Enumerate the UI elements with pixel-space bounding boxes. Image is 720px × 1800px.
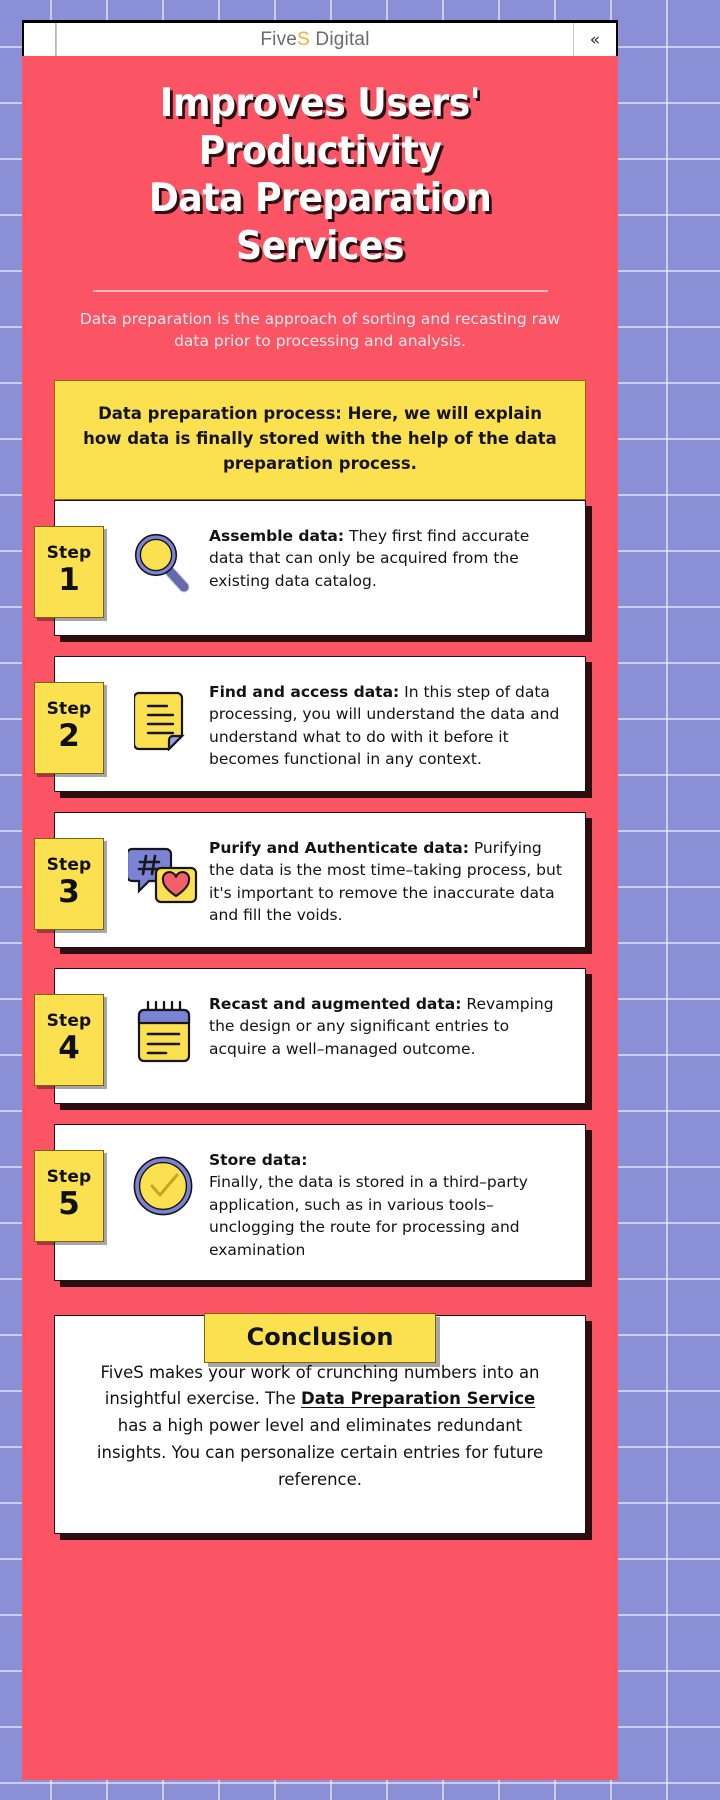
step-heading: Find and access data: [209, 682, 400, 701]
step-badge-word: Step [46, 854, 92, 875]
title-line-1: Improves Users' Productivity [159, 81, 481, 174]
intro-banner-text: Data preparation process: Here, we will … [83, 404, 557, 474]
intro-banner-wrapper: Data preparation process: Here, we will … [54, 380, 586, 500]
title-line-3: Services [236, 223, 404, 269]
step-text-5: Store data: Finally, the data is stored … [209, 1141, 563, 1262]
collapse-chevrons-icon[interactable]: « [574, 23, 616, 56]
conclusion-tab: Conclusion [204, 1312, 436, 1363]
address-bar[interactable]: FiveS Digital [56, 23, 574, 56]
step-card-2: Find and access data: In this step of da… [54, 655, 586, 792]
step-badge-number: 4 [58, 1029, 80, 1066]
step-icon-slot [117, 517, 209, 593]
conclusion-tab-label: Conclusion [246, 1322, 394, 1351]
step-badge-3: Step 3 [34, 837, 104, 930]
notepad-icon [133, 999, 193, 1063]
step-badge-number: 5 [58, 1185, 80, 1222]
conclusion-text: FiveS makes your work of crunching numbe… [89, 1360, 551, 1494]
step-heading: Recast and augmented data: [209, 994, 462, 1013]
step-badge-5: Step 5 [34, 1149, 104, 1242]
step-badge-4: Step 4 [34, 993, 104, 1086]
steps-list: Step 1 Assemble data: They first find ac… [34, 499, 586, 1281]
check-circle-icon [132, 1155, 194, 1217]
step-heading: Purify and Authenticate data: [209, 838, 469, 857]
data-preparation-service-link[interactable]: Data Preparation Service [301, 1389, 535, 1408]
step-icon-slot [117, 829, 209, 909]
chat-bubbles-icon [128, 843, 198, 909]
step-icon-slot [117, 985, 209, 1063]
step-row: Step 3 Purify and Authenticate data: Pur… [34, 811, 586, 948]
step-text-1: Assemble data: They first find accurate … [209, 517, 563, 593]
page-title: Improves Users' Productivity Data Prepar… [67, 80, 573, 270]
brand-accent-letter: S [297, 28, 310, 50]
title-line-2: Data Preparation [148, 176, 492, 222]
conclusion-section: Conclusion FiveS makes your work of crun… [54, 1312, 586, 1535]
step-badge-number: 2 [58, 717, 80, 754]
step-icon-slot [117, 673, 209, 751]
step-card-3: Purify and Authenticate data: Purifying … [54, 811, 586, 948]
intro-banner: Data preparation process: Here, we will … [54, 380, 586, 500]
step-badge-word: Step [46, 698, 92, 719]
step-heading: Assemble data: [209, 526, 345, 545]
step-badge-word: Step [46, 542, 92, 563]
hero-subtitle: Data preparation is the approach of sort… [79, 310, 561, 351]
conclusion-part-2: has a high power level and eliminates re… [96, 1416, 544, 1489]
step-body: Finally, the data is stored in a third–p… [209, 1173, 528, 1260]
step-icon-slot [117, 1141, 209, 1217]
step-badge-number: 3 [58, 873, 80, 910]
step-heading: Store data: [209, 1150, 308, 1169]
step-text-2: Find and access data: In this step of da… [209, 673, 563, 772]
brand-suffix: Digital [309, 28, 370, 50]
browser-window: FiveS Digital « Improves Users' Producti… [22, 20, 618, 1780]
step-row: Step 5 Store data: Finally, the data is … [34, 1123, 586, 1281]
site-brand: FiveS Digital [260, 29, 369, 51]
step-row: Step 2 Find and access data: In this ste… [34, 655, 586, 792]
browser-toolbar: FiveS Digital « [22, 20, 618, 56]
tab-strip-spacer [24, 23, 56, 56]
step-card-4: Recast and augmented data: Revamping the… [54, 967, 586, 1104]
hero-section: Improves Users' Productivity Data Prepar… [22, 56, 618, 352]
step-badge-1: Step 1 [34, 525, 104, 618]
step-badge-2: Step 2 [34, 681, 104, 774]
infographic-poster: Improves Users' Productivity Data Prepar… [22, 56, 618, 1780]
step-badge-number: 1 [58, 561, 80, 598]
title-divider [92, 290, 548, 293]
step-card-1: Assemble data: They first find accurate … [54, 499, 586, 636]
document-icon [134, 687, 192, 751]
magnifier-icon [132, 531, 194, 593]
step-row: Step 4 Recast and augmented data: Revamp… [34, 967, 586, 1104]
step-badge-word: Step [46, 1010, 92, 1031]
brand-prefix: Five [260, 28, 298, 50]
step-card-5: Store data: Finally, the data is stored … [54, 1123, 586, 1281]
step-badge-word: Step [46, 1166, 92, 1187]
step-row: Step 1 Assemble data: They first find ac… [34, 499, 586, 636]
step-text-4: Recast and augmented data: Revamping the… [209, 985, 563, 1061]
step-text-3: Purify and Authenticate data: Purifying … [209, 829, 563, 928]
